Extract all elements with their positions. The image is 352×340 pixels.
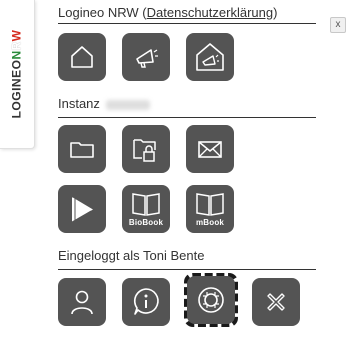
logineo-nrw-logo: LOGINEONRW <box>9 29 24 119</box>
profile-tile[interactable] <box>58 278 106 326</box>
locked-folder-icon <box>133 139 156 162</box>
divider <box>58 23 316 24</box>
biobook-icon <box>132 193 160 216</box>
house-megaphone-icon <box>196 43 224 71</box>
close-button[interactable]: x <box>330 17 346 33</box>
section-title-user: Eingeloggt als Toni Bente <box>58 248 205 263</box>
folder-icon <box>70 142 94 158</box>
section-title-logineo: Logineo NRW (Datenschutzerklärung) <box>58 5 278 20</box>
school-announcements-tile[interactable] <box>186 33 234 81</box>
instance-name-redacted <box>105 99 150 110</box>
biobook-tile[interactable]: BioBook <box>122 185 170 233</box>
logout-tile[interactable] <box>252 278 300 326</box>
section-title-instance: Instanz <box>58 96 150 111</box>
megaphone-icon <box>136 49 158 68</box>
divider <box>58 269 316 270</box>
side-tab[interactable]: LOGINEONRW <box>0 0 35 149</box>
user-icon <box>71 290 93 315</box>
announcements-tile[interactable] <box>122 33 170 81</box>
private-files-tile[interactable] <box>122 125 170 173</box>
divider <box>58 117 316 118</box>
mbook-icon <box>196 193 224 216</box>
privacy-link[interactable]: Datenschutzerklärung <box>147 5 273 20</box>
video-books-tile[interactable] <box>58 185 106 233</box>
play-book-icon <box>71 196 93 223</box>
home-icon <box>71 46 93 68</box>
lifebuoy-icon <box>198 287 224 313</box>
home-tile[interactable] <box>58 33 106 81</box>
info-icon <box>133 288 159 315</box>
files-tile[interactable] <box>58 125 106 173</box>
close-x-icon <box>267 293 285 311</box>
help-tile[interactable] <box>187 276 235 324</box>
info-tile[interactable] <box>122 278 170 326</box>
mail-icon <box>198 141 222 158</box>
mbook-tile[interactable]: mBook <box>186 185 234 233</box>
mail-tile[interactable] <box>186 125 234 173</box>
